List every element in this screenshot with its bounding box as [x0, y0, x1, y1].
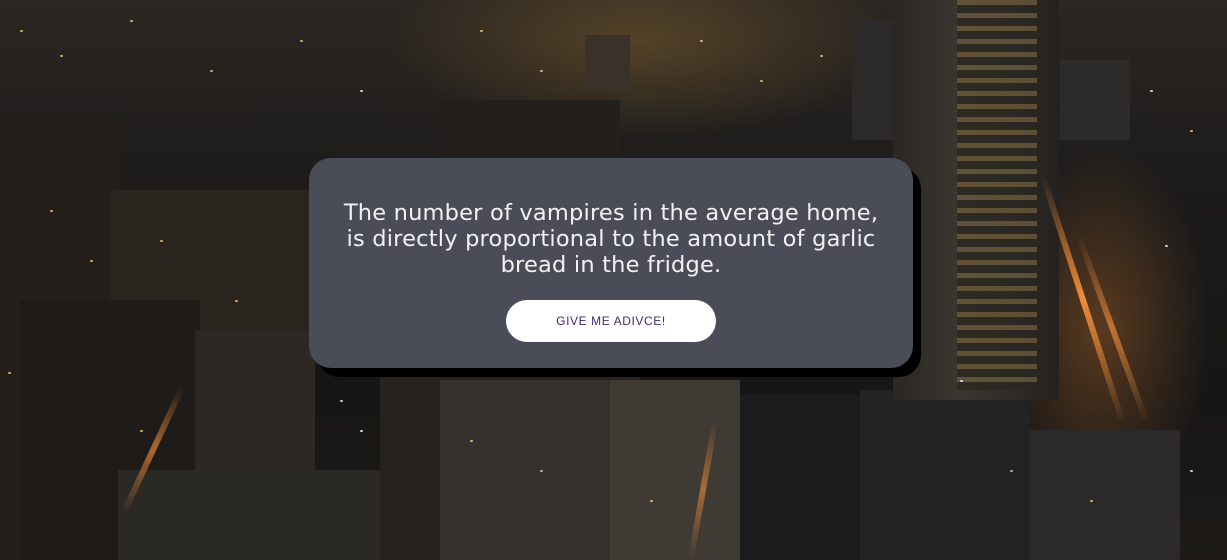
advice-card: The number of vampires in the average ho…: [309, 158, 913, 368]
give-me-advice-button[interactable]: GIVE ME ADIVCE!: [506, 300, 716, 342]
advice-quote: The number of vampires in the average ho…: [343, 200, 879, 278]
